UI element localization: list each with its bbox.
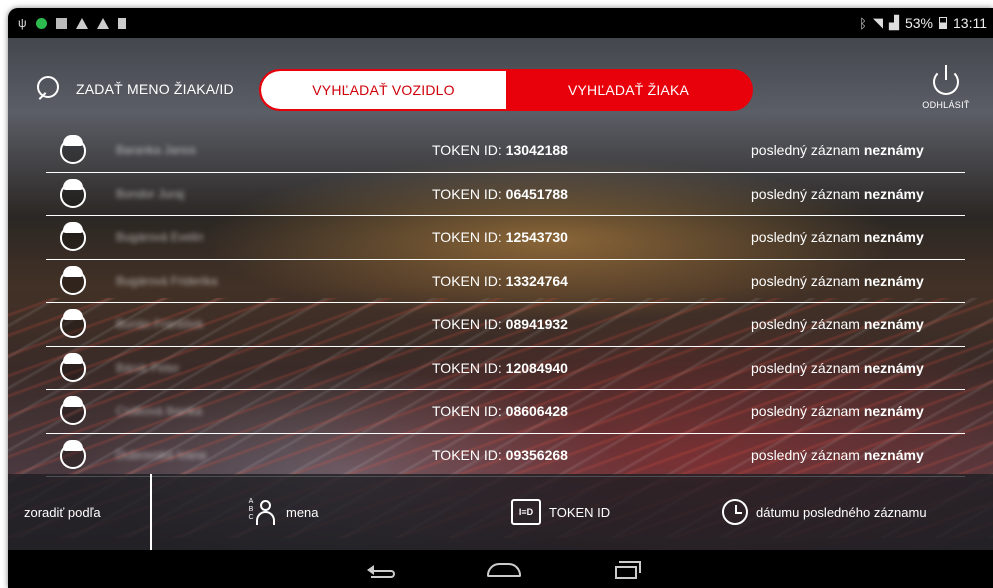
student-name: Burián František xyxy=(116,317,204,332)
power-icon[interactable] xyxy=(930,64,962,96)
warning-icon xyxy=(75,17,88,29)
search-field[interactable]: ZADAŤ MENO ŽIAKA/ID xyxy=(34,74,234,104)
student-avatar-icon xyxy=(58,178,88,209)
student-name: Bugárová Friderika xyxy=(116,273,218,288)
token-id: TOKEN ID: 12543730 xyxy=(432,229,568,246)
last-record: posledný záznam neznámy xyxy=(751,229,924,246)
list-item[interactable]: Dubrovská Ivana TOKEN ID: 09356268 posle… xyxy=(46,434,965,477)
status-bar-system: ᛒ ◥ ▟ 53% 13:11 xyxy=(859,15,987,31)
student-list: Baranka Janos TOKEN ID: 13042188 posledn… xyxy=(46,129,965,477)
search-placeholder[interactable]: ZADAŤ MENO ŽIAKA/ID xyxy=(76,81,234,97)
back-icon[interactable] xyxy=(365,559,399,579)
sdcard-icon xyxy=(117,17,126,29)
token-id: TOKEN ID: 13042188 xyxy=(432,142,568,159)
token-id: TOKEN ID: 08606428 xyxy=(432,403,568,420)
student-name: Bugárová Evelin xyxy=(116,230,204,245)
student-avatar-icon xyxy=(58,396,88,426)
student-avatar-icon xyxy=(58,135,88,165)
sort-bar: zoradiť podľa A B C mena I≡D TOKEN ID dá… xyxy=(8,474,993,550)
last-record: posledný záznam neznámy xyxy=(751,142,924,159)
student-name: Bondor Juraj xyxy=(116,186,185,201)
battery-percent: 53% xyxy=(904,15,933,31)
list-item[interactable]: Bugárová Evelin TOKEN ID: 12543730 posle… xyxy=(46,216,965,260)
sort-by-name-label[interactable]: mena xyxy=(286,505,319,520)
list-item[interactable]: Csáková Ibanka TOKEN ID: 08606428 posled… xyxy=(46,390,965,434)
status-bar: ψ ᛒ ◥ ▟ 53% 13:11 xyxy=(8,8,993,38)
warning-icon xyxy=(96,17,109,29)
student-name: Bárok Peter xyxy=(116,360,180,375)
home-icon[interactable] xyxy=(487,559,521,577)
tab-search-student[interactable]: VYHĽADAŤ ŽIAKA xyxy=(506,71,751,109)
image-icon xyxy=(55,17,67,29)
sort-by-token-label[interactable]: TOKEN ID xyxy=(549,505,610,520)
sort-by-name-button[interactable]: A B C mena xyxy=(248,498,319,526)
tab-search-vehicle[interactable]: VYHĽADAŤ VOZIDLO xyxy=(261,71,506,109)
status-dot-icon xyxy=(35,17,47,29)
app-screen: ψ ᛒ ◥ ▟ 53% 13:11 ZADAŤ MENO ŽIAKA/ID VY… xyxy=(8,8,993,588)
list-item[interactable]: Bugárová Friderika TOKEN ID: 13324764 po… xyxy=(46,260,965,303)
token-id: TOKEN ID: 13324764 xyxy=(432,272,568,289)
list-item[interactable]: Burián František TOKEN ID: 08941932 posl… xyxy=(46,303,965,347)
search-icon[interactable] xyxy=(34,74,64,104)
wifi-icon: ◥ xyxy=(872,15,883,30)
sort-by-token-button[interactable]: I≡D TOKEN ID xyxy=(511,499,610,525)
student-avatar-icon xyxy=(58,309,88,339)
student-name: Baranka Janos xyxy=(116,143,197,158)
token-id: TOKEN ID: 06451788 xyxy=(432,185,568,202)
bluetooth-icon: ᛒ xyxy=(859,15,867,31)
status-bar-notifications: ψ xyxy=(18,16,126,30)
token-id: TOKEN ID: 08941932 xyxy=(432,316,568,333)
last-record: posledný záznam neznámy xyxy=(751,359,924,376)
clock-time: 13:11 xyxy=(953,15,987,31)
navigation-bar xyxy=(8,550,993,588)
student-avatar-icon xyxy=(58,352,88,383)
sort-by-date-label[interactable]: dátumu posledného záznamu xyxy=(756,505,927,520)
sort-title: zoradiť podľa xyxy=(8,474,152,550)
usb-icon: ψ xyxy=(18,16,27,30)
token-id: TOKEN ID: 12084940 xyxy=(432,359,568,376)
recent-apps-icon[interactable] xyxy=(613,559,643,579)
id-book-icon[interactable]: I≡D xyxy=(511,499,541,525)
student-name: Dubrovská Ivana xyxy=(116,447,207,462)
search-mode-toggle: VYHĽADAŤ VOZIDLO VYHĽADAŤ ŽIAKA xyxy=(259,69,753,111)
sort-by-date-button[interactable]: dátumu posledného záznamu xyxy=(722,499,927,525)
last-record: posledný záznam neznámy xyxy=(751,272,924,289)
last-record: posledný záznam neznámy xyxy=(751,446,924,463)
last-record: posledný záznam neznámy xyxy=(751,185,924,202)
list-item[interactable]: Baranka Janos TOKEN ID: 13042188 posledn… xyxy=(46,129,965,173)
battery-icon xyxy=(939,17,947,29)
student-avatar-icon xyxy=(58,265,88,296)
list-item[interactable]: Bárok Peter TOKEN ID: 12084940 posledný … xyxy=(46,347,965,390)
student-avatar-icon xyxy=(58,222,88,252)
student-name: Csáková Ibanka xyxy=(116,404,203,419)
last-record: posledný záznam neznámy xyxy=(751,316,924,333)
logout-label[interactable]: ODHLÁSIŤ xyxy=(922,100,969,110)
signal-icon: ▟ xyxy=(888,15,899,30)
list-item[interactable]: Bondor Juraj TOKEN ID: 06451788 posledný… xyxy=(46,173,965,216)
logout-button[interactable]: ODHLÁSIŤ xyxy=(911,64,981,110)
abc-person-icon[interactable]: A B C xyxy=(248,498,278,526)
clock-icon[interactable] xyxy=(722,499,748,525)
student-avatar-icon xyxy=(58,439,88,470)
token-id: TOKEN ID: 09356268 xyxy=(432,446,568,463)
last-record: posledný záznam neznámy xyxy=(751,403,924,420)
